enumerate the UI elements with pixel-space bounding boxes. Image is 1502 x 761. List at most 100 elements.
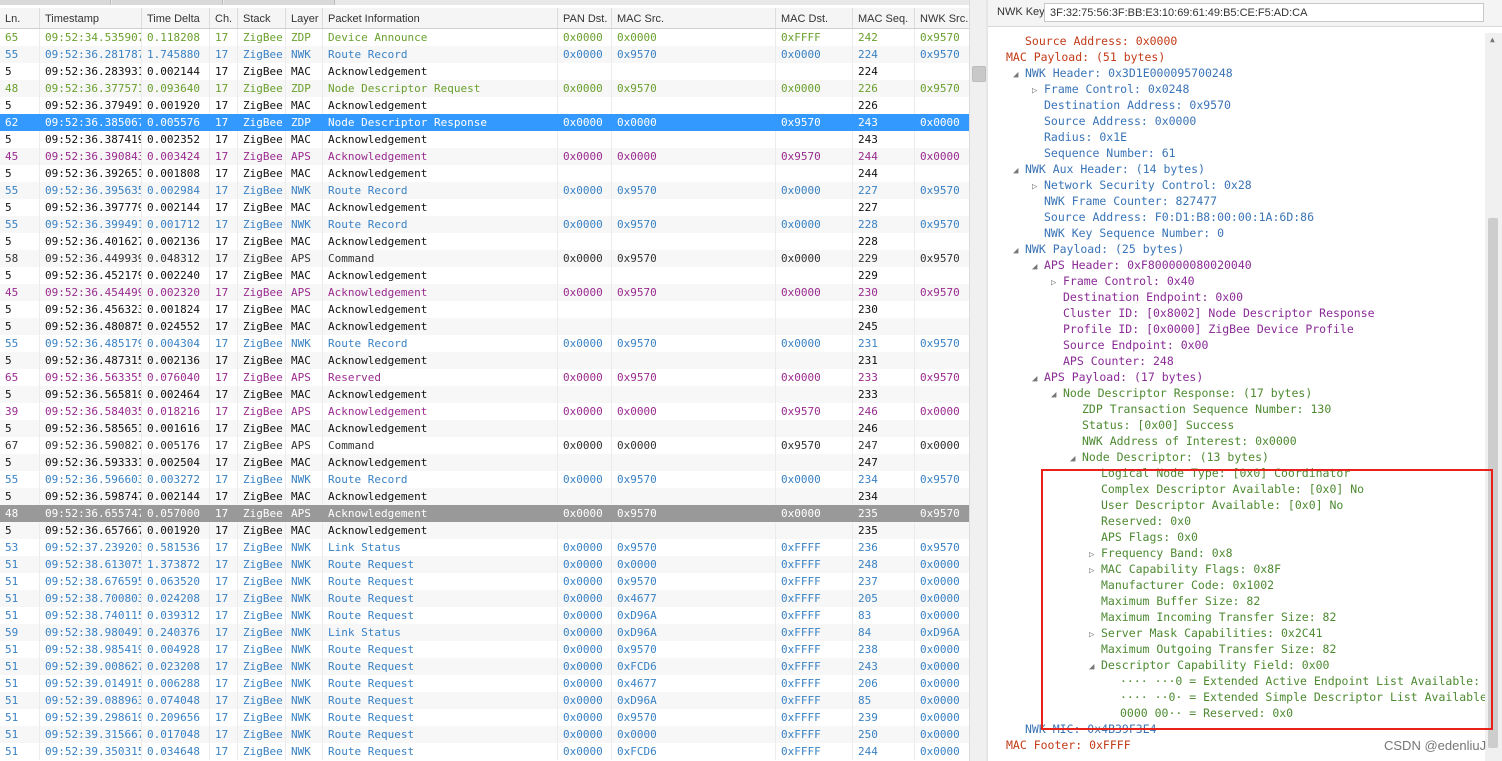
col-header-mac-seq[interactable]: MAC Seq.	[853, 8, 915, 28]
table-row[interactable]: 51 09:52:38.676595 0.063520 17 ZigBee NWK Rout…	[0, 573, 970, 590]
table-row[interactable]: 51 09:52:39.008627 0.023208 17 ZigBee NWK Rout…	[0, 658, 970, 675]
table-row[interactable]: 45 09:52:36.390843 0.003424 17 ZigBee APS Ackn…	[0, 148, 970, 165]
tree-node[interactable]: ▷ Frame Control: 0x0248	[1032, 81, 1189, 97]
tree-node[interactable]: MAC Payload: (51 bytes)	[994, 49, 1165, 65]
detail-scrollbar-thumb[interactable]	[1488, 218, 1498, 748]
table-row[interactable]: 55 09:52:36.485179 0.004304 17 ZigBee NWK Rout…	[0, 335, 970, 352]
tree-node[interactable]: ◢ Node Descriptor: (13 bytes)	[1070, 449, 1269, 465]
tree-node[interactable]: ▷ Server Mask Capabilities: 0x2C41	[1089, 625, 1323, 641]
col-header-timestamp[interactable]: Timestamp	[40, 8, 142, 28]
collapse-arrow-icon[interactable]: ◢	[1051, 387, 1063, 403]
tree-node[interactable]: Sequence Number: 61	[1032, 145, 1176, 161]
table-row[interactable]: 5 09:52:36.565819 0.002464 17 ZigBee MAC Ackno…	[0, 386, 970, 403]
tree-node[interactable]: ◢ Descriptor Capability Field: 0x00	[1089, 657, 1329, 673]
table-row[interactable]: 55 09:52:36.596603 0.003272 17 ZigBee NWK Rout…	[0, 471, 970, 488]
tree-node[interactable]: User Descriptor Available: [0x0] No	[1089, 497, 1343, 513]
table-row[interactable]: 62 09:52:36.385067 0.005576 17 ZigBee ZDP Node…	[0, 114, 970, 131]
collapse-arrow-icon[interactable]: ◢	[1032, 259, 1044, 275]
tree-node[interactable]: Maximum Buffer Size: 82	[1089, 593, 1260, 609]
tree-node[interactable]: Radius: 0x1E	[1032, 129, 1127, 145]
tree-node[interactable]: NWK MIC: 0x4B39F3E4	[1013, 721, 1157, 737]
tree-node[interactable]: ◢ Node Descriptor Response: (17 bytes)	[1051, 385, 1312, 401]
collapse-arrow-icon[interactable]: ◢	[1013, 163, 1025, 179]
tree-node[interactable]: Destination Address: 0x9570	[1032, 97, 1231, 113]
nwk-key-field[interactable]: 3F:32:75:56:3F:BB:E3:10:69:61:49:B5:CE:F…	[1044, 3, 1484, 22]
collapse-arrow-icon[interactable]: ◢	[1013, 243, 1025, 259]
table-row[interactable]: 5 09:52:36.379491 0.001920 17 ZigBee MAC Ackno…	[0, 97, 970, 114]
collapse-arrow-icon[interactable]: ◢	[1070, 451, 1082, 467]
table-row[interactable]: 51 09:52:39.315667 0.017048 17 ZigBee NWK Rout…	[0, 726, 970, 743]
tree-node[interactable]: ▷ MAC Capability Flags: 0x8F	[1089, 561, 1281, 577]
tree-node[interactable]: ◢ NWK Payload: (25 bytes)	[1013, 241, 1184, 257]
table-row[interactable]: 5 09:52:36.387419 0.002352 17 ZigBee MAC Ackno…	[0, 131, 970, 148]
table-row[interactable]: 5 09:52:36.480875 0.024552 17 ZigBee MAC Ackno…	[0, 318, 970, 335]
table-row[interactable]: 5 09:52:36.397779 0.002144 17 ZigBee MAC Ackno…	[0, 199, 970, 216]
col-header-pan-dst[interactable]: PAN Dst.	[558, 8, 612, 28]
table-row[interactable]: 51 09:52:39.298619 0.209656 17 ZigBee NWK Rout…	[0, 709, 970, 726]
col-header-ln[interactable]: Ln.	[0, 8, 40, 28]
tree-node[interactable]: Logical Node Type: [0x0] Coordinator	[1089, 465, 1350, 481]
tree-node[interactable]: NWK Frame Counter: 827477	[1032, 193, 1217, 209]
detail-scrollbar[interactable]: ▲	[1485, 33, 1502, 761]
tree-node[interactable]: Destination Endpoint: 0x00	[1051, 289, 1243, 305]
table-row[interactable]: 5 09:52:36.487315 0.002136 17 ZigBee MAC Ackno…	[0, 352, 970, 369]
collapse-arrow-icon[interactable]: ◢	[1032, 371, 1044, 387]
tree-node[interactable]: NWK Address of Interest: 0x0000	[1070, 433, 1297, 449]
table-row[interactable]: 65 09:52:36.563355 0.076040 17 ZigBee APS Rese…	[0, 369, 970, 386]
table-row[interactable]: 51 09:52:39.088963 0.074048 17 ZigBee NWK Rout…	[0, 692, 970, 709]
tree-node[interactable]: ···· ··0· = Extended Simple Descriptor L…	[1108, 689, 1488, 705]
col-header-mac-dst[interactable]: MAC Dst.	[776, 8, 853, 28]
col-header-channel[interactable]: Ch.	[210, 8, 238, 28]
table-row[interactable]: 48 09:52:36.377571 0.093640 17 ZigBee ZDP Node…	[0, 80, 970, 97]
table-row[interactable]: 59 09:52:38.980491 0.240376 17 ZigBee NWK Link…	[0, 624, 970, 641]
table-row[interactable]: 5 09:52:36.593331 0.002504 17 ZigBee MAC Ackno…	[0, 454, 970, 471]
tree-node[interactable]: Source Address: 0x0000	[1013, 33, 1177, 49]
table-row[interactable]: 51 09:52:38.613075 1.373872 17 ZigBee NWK Rout…	[0, 556, 970, 573]
table-row[interactable]: 5 09:52:36.598747 0.002144 17 ZigBee MAC Ackno…	[0, 488, 970, 505]
table-row[interactable]: 51 09:52:38.985419 0.004928 17 ZigBee NWK Rout…	[0, 641, 970, 658]
table-row[interactable]: 48 09:52:36.655747 0.057000 17 ZigBee APS Ackn…	[0, 505, 970, 522]
tree-node[interactable]: Manufacturer Code: 0x1002	[1089, 577, 1274, 593]
tree-node[interactable]: Source Endpoint: 0x00	[1051, 337, 1208, 353]
col-header-nwk-src[interactable]: NWK Src.	[915, 8, 970, 28]
col-header-mac-src[interactable]: MAC Src.	[612, 8, 776, 28]
collapse-arrow-icon[interactable]: ◢	[1013, 67, 1025, 83]
tree-node[interactable]: ▷ Frame Control: 0x40	[1051, 273, 1195, 289]
table-row[interactable]: 58 09:52:36.449939 0.048312 17 ZigBee APS Comm…	[0, 250, 970, 267]
table-row[interactable]: 5 09:52:36.401627 0.002136 17 ZigBee MAC Ackno…	[0, 233, 970, 250]
table-row[interactable]: 39 09:52:36.584035 0.018216 17 ZigBee APS Ackn…	[0, 403, 970, 420]
tree-node[interactable]: Source Address: F0:D1:B8:00:00:1A:6D:86	[1032, 209, 1314, 225]
table-row[interactable]: 51 09:52:39.014915 0.006288 17 ZigBee NWK Rout…	[0, 675, 970, 692]
table-row[interactable]: 55 09:52:36.399491 0.001712 17 ZigBee NWK Rout…	[0, 216, 970, 233]
col-header-layer[interactable]: Layer	[286, 8, 323, 28]
table-row[interactable]: 67 09:52:36.590827 0.005176 17 ZigBee APS Comm…	[0, 437, 970, 454]
tree-node[interactable]: ◢ APS Payload: (17 bytes)	[1032, 369, 1203, 385]
table-row[interactable]: 5 09:52:36.657667 0.001920 17 ZigBee MAC Ackno…	[0, 522, 970, 539]
table-row[interactable]: 5 09:52:36.283931 0.002144 17 ZigBee MAC Ackno…	[0, 63, 970, 80]
scrollbar-thumb[interactable]	[972, 66, 986, 82]
tree-node[interactable]: 0000 00·· = Reserved: 0x0	[1108, 705, 1293, 721]
table-row[interactable]: 65 09:52:34.535907 0.118208 17 ZigBee ZDP Devi…	[0, 29, 970, 46]
table-row[interactable]: 51 09:52:39.350315 0.034648 17 ZigBee NWK Rout…	[0, 743, 970, 760]
tree-node[interactable]: ▷ Frequency Band: 0x8	[1089, 545, 1233, 561]
col-header-packet-info[interactable]: Packet Information	[323, 8, 558, 28]
table-row[interactable]: 45 09:52:36.454499 0.002320 17 ZigBee APS Ackn…	[0, 284, 970, 301]
tree-node[interactable]: ▷ Network Security Control: 0x28	[1032, 177, 1252, 193]
tree-node[interactable]: MAC Footer: 0xFFFF	[994, 737, 1131, 753]
tree-node[interactable]: Source Address: 0x0000	[1032, 113, 1196, 129]
table-row[interactable]: 5 09:52:36.452179 0.002240 17 ZigBee MAC Ackno…	[0, 267, 970, 284]
tree-node[interactable]: NWK Key Sequence Number: 0	[1032, 225, 1224, 241]
tree-node[interactable]: Reserved: 0x0	[1089, 513, 1191, 529]
tree-node[interactable]: Complex Descriptor Available: [0x0] No	[1089, 481, 1364, 497]
table-row[interactable]: 5 09:52:36.456323 0.001824 17 ZigBee MAC Ackno…	[0, 301, 970, 318]
tree-node[interactable]: ···· ···0 = Extended Active Endpoint Lis…	[1108, 673, 1488, 689]
scroll-up-arrow-icon[interactable]: ▲	[1490, 35, 1495, 44]
tree-node[interactable]: Profile ID: [0x0000] ZigBee Device Profi…	[1051, 321, 1354, 337]
tree-node[interactable]: Cluster ID: [0x8002] Node Descriptor Res…	[1051, 305, 1375, 321]
table-row[interactable]: 53 09:52:37.239203 0.581536 17 ZigBee NWK Link…	[0, 539, 970, 556]
tree-node[interactable]: APS Flags: 0x0	[1089, 529, 1198, 545]
tree-node[interactable]: APS Counter: 248	[1051, 353, 1174, 369]
table-row[interactable]: 5 09:52:36.585651 0.001616 17 ZigBee MAC Ackno…	[0, 420, 970, 437]
table-row[interactable]: 55 09:52:36.281787 1.745880 17 ZigBee NWK Rout…	[0, 46, 970, 63]
tree-node[interactable]: Maximum Outgoing Transfer Size: 82	[1089, 641, 1336, 657]
